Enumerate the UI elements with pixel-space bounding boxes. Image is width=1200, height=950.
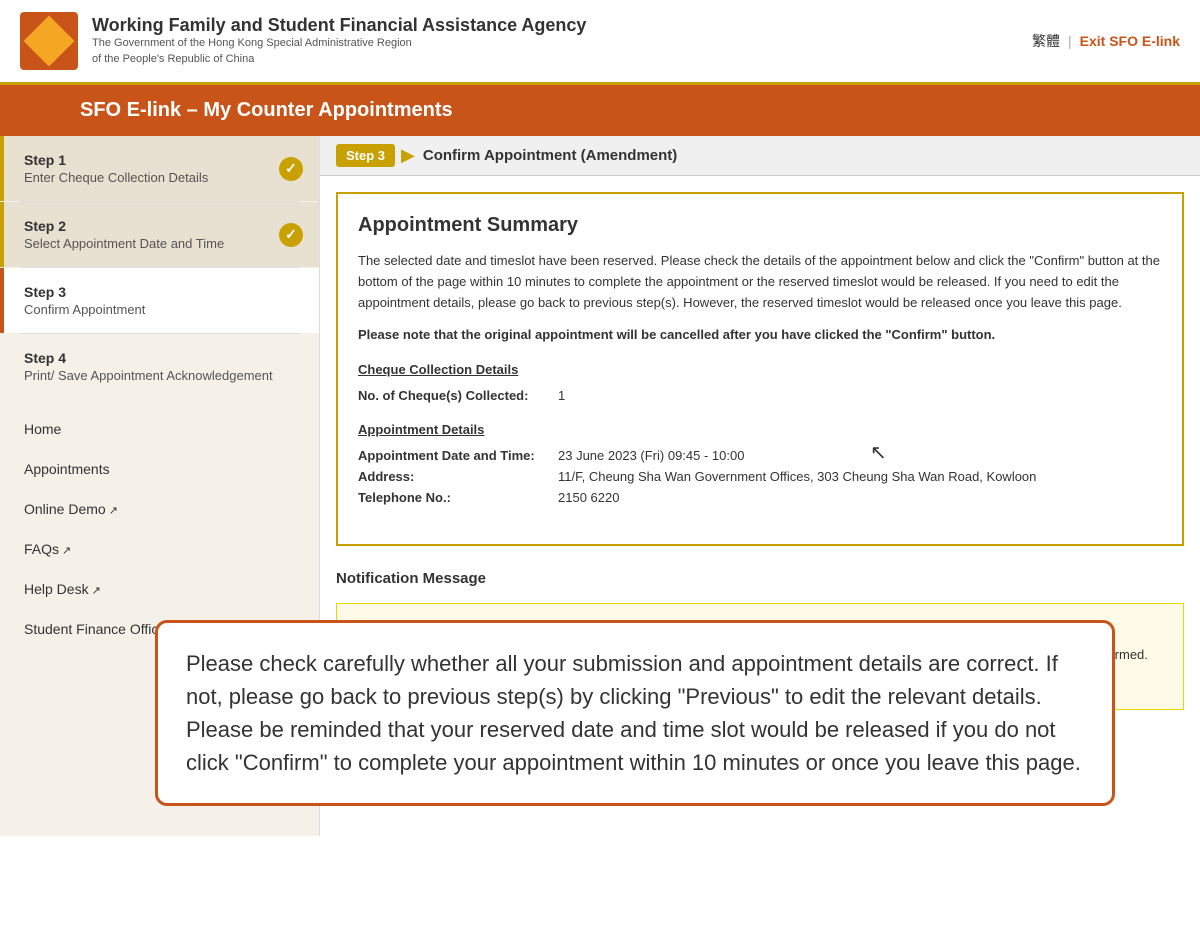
step1-desc: Enter Cheque Collection Details xyxy=(24,170,299,185)
summary-desc: The selected date and timeslot have been… xyxy=(358,251,1162,313)
callout-box: Please check carefully whether all your … xyxy=(155,620,1115,806)
step3-label: Step 3 xyxy=(24,284,299,300)
logo-diamond-icon xyxy=(24,16,75,67)
table-row: No. of Cheque(s) Collected: 1 xyxy=(358,385,1162,406)
step-bar: Step 3 ▶ Confirm Appointment (Amendment) xyxy=(320,136,1200,176)
step3-desc: Confirm Appointment xyxy=(24,302,299,317)
table-row: Telephone No.: 2150 6220 xyxy=(358,487,1162,508)
nav-help-desk[interactable]: Help Desk xyxy=(0,569,319,609)
step2-label: Step 2 xyxy=(24,218,299,234)
page-header: Working Family and Student Financial Ass… xyxy=(0,0,1200,85)
nav-appointments[interactable]: Appointments xyxy=(0,449,319,489)
notification-title: Notification Message xyxy=(336,562,1184,587)
cheque-label: No. of Cheque(s) Collected: xyxy=(358,385,558,406)
agency-subtitle-line2: of the People's Republic of China xyxy=(92,52,586,67)
sidebar-step-4[interactable]: Step 4 Print/ Save Appointment Acknowled… xyxy=(0,334,319,399)
sidebar-step-1[interactable]: Step 1 Enter Cheque Collection Details ✓ xyxy=(0,136,319,201)
header-divider: | xyxy=(1068,33,1072,49)
nav-faqs[interactable]: FAQs xyxy=(0,529,319,569)
step1-label: Step 1 xyxy=(24,152,299,168)
step-bar-title: Confirm Appointment (Amendment) xyxy=(423,147,677,164)
summary-title: Appointment Summary xyxy=(358,214,1162,237)
cheque-value: 1 xyxy=(558,385,1162,406)
notification-section: Notification Message xyxy=(336,562,1184,587)
step1-checkmark: ✓ xyxy=(279,157,303,181)
header-right: 繁體 | Exit SFO E-link xyxy=(1032,31,1180,51)
sidebar-step-2[interactable]: Step 2 Select Appointment Date and Time … xyxy=(0,202,319,267)
header-left: Working Family and Student Financial Ass… xyxy=(20,12,586,70)
appt-address-value: 11/F, Cheung Sha Wan Government Offices,… xyxy=(558,466,1162,487)
appt-date-label: Appointment Date and Time: xyxy=(358,445,558,466)
agency-subtitle-line1: The Government of the Hong Kong Special … xyxy=(92,36,586,51)
page-banner: SFO E-link – My Counter Appointments xyxy=(0,85,1200,136)
appt-address-label: Address: xyxy=(358,466,558,487)
step2-checkmark: ✓ xyxy=(279,223,303,247)
appointment-summary-box: Appointment Summary The selected date an… xyxy=(336,192,1184,546)
table-row: Appointment Date and Time: 23 June 2023 … xyxy=(358,445,1162,466)
agency-title-block: Working Family and Student Financial Ass… xyxy=(92,15,586,67)
agency-logo xyxy=(20,12,78,70)
step-bar-arrow-icon: ▶ xyxy=(401,145,415,166)
step4-desc: Print/ Save Appointment Acknowledgement xyxy=(24,368,299,383)
appointment-details-table: Appointment Date and Time: 23 June 2023 … xyxy=(358,445,1162,508)
appt-tel-label: Telephone No.: xyxy=(358,487,558,508)
step2-desc: Select Appointment Date and Time xyxy=(24,236,299,251)
appt-date-value: 23 June 2023 (Fri) 09:45 - 10:00 xyxy=(558,445,1162,466)
summary-warning: Please note that the original appointmen… xyxy=(358,325,1162,346)
exit-link[interactable]: Exit SFO E-link xyxy=(1080,33,1180,49)
sidebar-step-3[interactable]: Step 3 Confirm Appointment xyxy=(0,268,319,333)
table-row: Address: 11/F, Cheung Sha Wan Government… xyxy=(358,466,1162,487)
nav-online-demo[interactable]: Online Demo xyxy=(0,489,319,529)
banner-title: SFO E-link – My Counter Appointments xyxy=(80,99,453,121)
agency-name: Working Family and Student Financial Ass… xyxy=(92,15,586,36)
appointment-section-title: Appointment Details xyxy=(358,422,1162,437)
step4-label: Step 4 xyxy=(24,350,299,366)
nav-home[interactable]: Home xyxy=(0,409,319,449)
callout-text: Please check carefully whether all your … xyxy=(186,651,1081,775)
cheque-details-table: No. of Cheque(s) Collected: 1 xyxy=(358,385,1162,406)
step-bar-badge: Step 3 xyxy=(336,144,395,167)
cheque-section-title: Cheque Collection Details xyxy=(358,362,1162,377)
lang-toggle[interactable]: 繁體 xyxy=(1032,31,1060,51)
appt-tel-value: 2150 6220 xyxy=(558,487,1162,508)
